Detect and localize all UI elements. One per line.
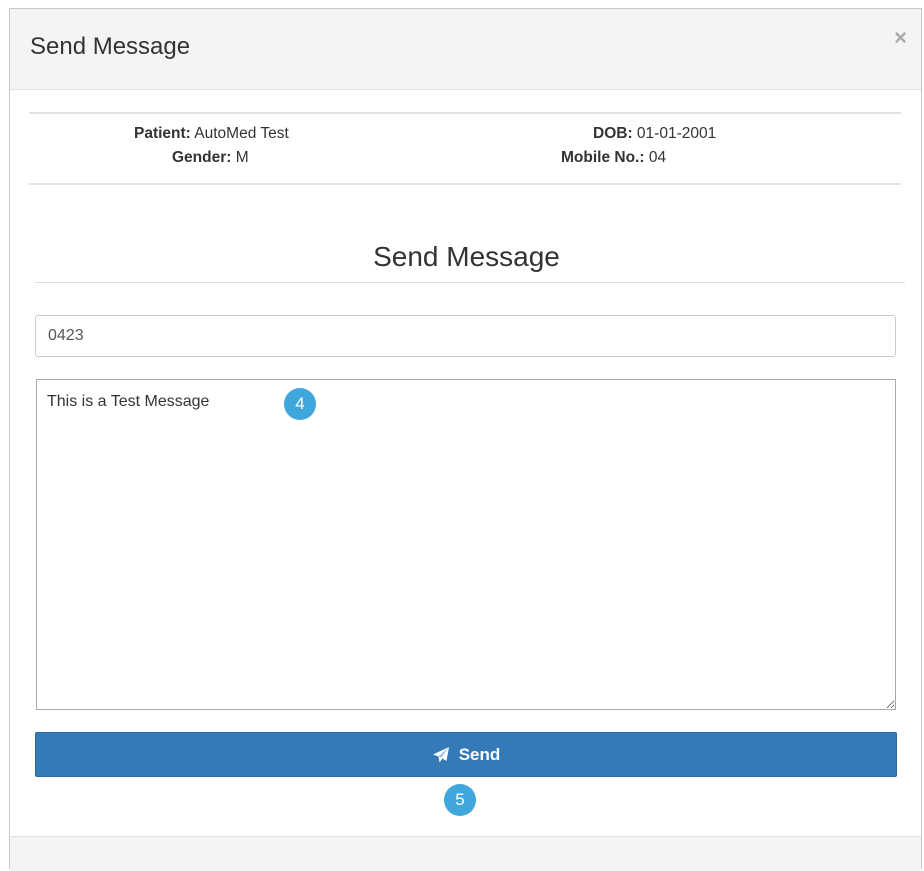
modal-title: Send Message <box>30 33 191 60</box>
gender-label: Gender: <box>172 149 232 166</box>
section-divider <box>35 282 905 283</box>
message-textarea[interactable]: This is a Test Message <box>36 379 896 710</box>
patient-label: Patient: <box>134 125 191 142</box>
send-message-modal: Send Message × Patient: AutoMed Test Gen… <box>9 8 922 871</box>
mobile-value: 04 <box>648 149 667 166</box>
gender-line: Gender: M <box>172 149 249 167</box>
dob-value: 01-01-2001 <box>636 125 717 142</box>
mobile-line: Mobile No.: 04 <box>561 149 666 167</box>
send-button[interactable]: Send <box>35 732 897 777</box>
phone-number-input[interactable] <box>35 315 896 357</box>
send-button-label: Send <box>458 744 501 764</box>
dob-line: DOB: 01-01-2001 <box>593 125 716 143</box>
close-icon[interactable]: × <box>894 27 907 49</box>
dob-label: DOB: <box>593 125 633 142</box>
patient-info-panel: Patient: AutoMed Test Gender: M DOB: 01-… <box>29 112 901 185</box>
paper-plane-icon <box>432 746 450 764</box>
mobile-label: Mobile No.: <box>561 149 645 166</box>
gender-value: M <box>235 149 249 166</box>
modal-header: Send Message × <box>10 9 921 90</box>
step-marker-4: 4 <box>284 388 316 420</box>
step-marker-5: 5 <box>444 784 476 816</box>
section-title: Send Message <box>373 241 560 272</box>
patient-value: AutoMed Test <box>194 125 289 142</box>
modal-footer <box>10 836 921 871</box>
patient-name-line: Patient: AutoMed Test <box>134 125 289 143</box>
